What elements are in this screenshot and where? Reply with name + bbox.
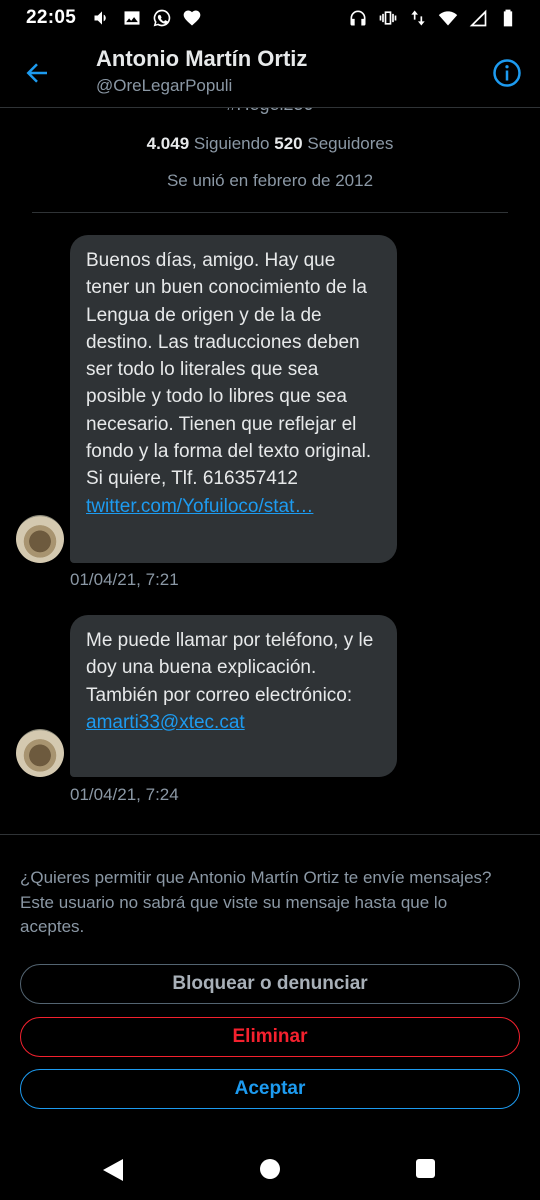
avatar[interactable] (16, 729, 64, 777)
followers-label[interactable]: Seguidores (307, 134, 393, 153)
whatsapp-icon (152, 8, 172, 28)
volume-icon (92, 8, 112, 28)
header-handle[interactable]: @OreLegarPopuli (96, 76, 232, 96)
following-label[interactable]: Siguiendo (194, 134, 270, 153)
conversation-header: Antonio Martín Ortiz @OreLegarPopuli (0, 36, 540, 108)
info-icon[interactable] (492, 58, 522, 88)
delete-button[interactable]: Eliminar (20, 1017, 520, 1057)
message-bubble[interactable]: Buenos días, amigo. Hay que tener un bue… (70, 235, 397, 563)
accept-button[interactable]: Aceptar (20, 1069, 520, 1109)
message-timestamp: 01/04/21, 7:21 (70, 570, 179, 589)
message-bubble[interactable]: Me puede llamar por teléfono, y le doy u… (70, 615, 397, 777)
message-text: Me puede llamar por teléfono, y le doy u… (86, 630, 374, 706)
message-email-link[interactable]: amarti33@xtec.cat (86, 712, 245, 733)
headphones-icon (348, 8, 368, 28)
back-arrow-icon[interactable] (22, 58, 52, 88)
message-request-prompt: ¿Quieres permitir que Antonio Martín Ort… (20, 868, 492, 936)
header-name[interactable]: Antonio Martín Ortiz (96, 46, 307, 72)
follow-stats: 4.049 Siguiendo 520 Seguidores (0, 134, 540, 154)
image-icon (122, 8, 142, 28)
request-divider (0, 834, 540, 835)
nav-back-icon[interactable] (102, 1158, 124, 1182)
message-text: Buenos días, amigo. Hay que tener un bue… (86, 250, 372, 490)
heart-icon (182, 8, 202, 28)
message-link[interactable]: twitter.com/Yofuiloco/stat… (86, 496, 313, 517)
data-arrows-icon (408, 8, 428, 28)
status-bar-left: 22:05 (26, 7, 202, 29)
joined-date: Se unió en febrero de 2012 (166, 171, 374, 190)
status-bar-right (348, 8, 518, 28)
following-count[interactable]: 4.049 (147, 134, 190, 153)
status-time: 22:05 (26, 7, 77, 28)
signal-icon (468, 8, 488, 28)
avatar[interactable] (16, 515, 64, 563)
battery-icon (498, 8, 518, 28)
wifi-icon (438, 8, 458, 28)
message-timestamp: 01/04/21, 7:24 (70, 785, 179, 804)
nav-recents-icon[interactable] (416, 1159, 435, 1178)
nav-home-icon[interactable] (260, 1159, 280, 1179)
system-navigation-bar (0, 1138, 540, 1200)
vibrate-icon (378, 8, 398, 28)
followers-count[interactable]: 520 (274, 134, 302, 153)
profile-divider (32, 212, 508, 213)
status-bar: 22:05 (0, 0, 540, 36)
block-report-button[interactable]: Bloquear o denunciar (20, 964, 520, 1004)
